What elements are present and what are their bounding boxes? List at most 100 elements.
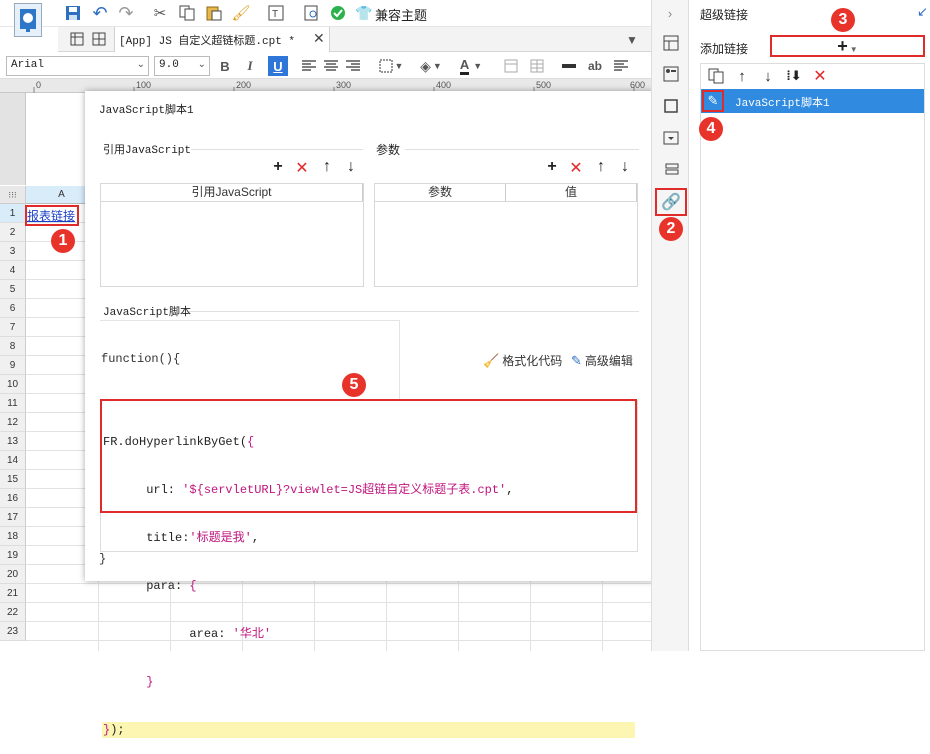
form-icon[interactable]	[90, 29, 108, 49]
align-left-icon[interactable]	[300, 56, 318, 76]
copy-icon[interactable]	[177, 3, 197, 23]
format-painter-icon[interactable]: 🖌	[231, 3, 251, 23]
row-header[interactable]: 6	[0, 299, 26, 318]
document-tab-bar: [App] JS 自定义超链标题.cpt * ✕ ▼	[58, 27, 651, 52]
row-header[interactable]: 11	[0, 394, 26, 413]
ref-js-table[interactable]: 引用JavaScript	[100, 183, 364, 287]
add-ref-js-button[interactable]: +	[269, 158, 287, 176]
fill-color-icon[interactable]: ◈ ▼	[416, 56, 446, 76]
close-tab-icon[interactable]: ✕	[313, 30, 325, 47]
copy-link-icon[interactable]	[706, 66, 726, 86]
row-header[interactable]: 14	[0, 451, 26, 470]
cell-attr-icon[interactable]	[661, 33, 681, 53]
move-down-ref-js-button[interactable]: ↓	[342, 158, 360, 176]
link-list-item[interactable]: ✎ JavaScript脚本1	[701, 89, 924, 113]
row-header[interactable]: 7	[0, 318, 26, 337]
redo-icon[interactable]: ↷	[116, 3, 136, 23]
row-header[interactable]: 3	[0, 242, 26, 261]
text-box-icon[interactable]: T	[266, 3, 286, 23]
javascript-code-editor[interactable]: FR.doHyperlinkByGet({ url: '${servletURL…	[100, 399, 637, 738]
row-header[interactable]: 5	[0, 280, 26, 299]
underline-button[interactable]: U	[268, 56, 288, 76]
code-line-active: });	[102, 722, 635, 738]
row-header[interactable]: 1	[0, 204, 26, 223]
undo-icon[interactable]: ↶	[90, 3, 110, 23]
font-color-icon[interactable]: A ▼	[455, 56, 487, 76]
params-table[interactable]: 参数 值	[374, 183, 638, 287]
add-param-button[interactable]: +	[543, 158, 561, 176]
row-header[interactable]: 18	[0, 527, 26, 546]
font-family-select[interactable]: Arial ⌄	[6, 56, 149, 76]
compat-theme-label[interactable]: 兼容主题	[375, 5, 427, 24]
advanced-edit-button[interactable]: ✎ 高级编辑	[571, 352, 633, 369]
merge-icon[interactable]	[502, 56, 520, 76]
expand-panel-icon[interactable]: ›	[662, 3, 678, 23]
cut-icon[interactable]: ✂	[150, 3, 170, 23]
row-header[interactable]: 8	[0, 337, 26, 356]
move-up-link-icon[interactable]: ↑	[732, 66, 752, 86]
check-icon[interactable]	[328, 3, 348, 23]
move-down-link-icon[interactable]: ↓	[758, 66, 778, 86]
border-icon[interactable]: ▼	[376, 56, 406, 76]
align-right-icon[interactable]	[344, 56, 362, 76]
move-up-param-button[interactable]: ↑	[592, 158, 610, 176]
row-header[interactable]: 12	[0, 413, 26, 432]
row-header[interactable]: 2	[0, 223, 26, 242]
link-list-box	[700, 63, 925, 651]
row-header[interactable]: 13	[0, 432, 26, 451]
row-header[interactable]: 22	[0, 603, 26, 622]
square-icon[interactable]	[661, 96, 681, 116]
hyperlink-panel: 超级链接 ↙ 添加链接 + ▼ 3 ↑ ↓ ⁞⬇ ✕ ✎ JavaScript脚本…	[689, 0, 930, 651]
row-header[interactable]: 15	[0, 470, 26, 489]
code-token: );	[110, 723, 125, 737]
condition-icon[interactable]	[661, 128, 681, 148]
theme-icon[interactable]: 👕	[355, 3, 373, 23]
edit-link-icon[interactable]: ✎	[702, 90, 724, 112]
code-token: area:	[103, 627, 233, 641]
line-icon[interactable]	[560, 56, 578, 76]
bold-button[interactable]: B	[216, 56, 234, 76]
row-header[interactable]: 19	[0, 546, 26, 565]
code-token: para:	[103, 579, 190, 593]
italic-button[interactable]: I	[241, 56, 259, 76]
save-icon[interactable]	[64, 3, 82, 23]
add-link-button[interactable]: + ▼	[770, 35, 925, 57]
unmerge-icon[interactable]	[528, 56, 546, 76]
wrap-text-button[interactable]: ab	[585, 56, 605, 76]
delete-param-button[interactable]: ✕	[567, 158, 585, 178]
collapse-icon[interactable]: ▼	[624, 30, 640, 50]
document-tab[interactable]: [App] JS 自定义超链标题.cpt * ✕	[114, 27, 330, 52]
align-center-icon[interactable]	[322, 56, 340, 76]
chevron-down-icon: ⌄	[197, 60, 206, 71]
row-header[interactable]: 17	[0, 508, 26, 527]
row-header[interactable]: 10	[0, 375, 26, 394]
preview-icon[interactable]	[302, 3, 322, 23]
chevron-down-icon: ⌄	[136, 60, 145, 71]
move-down-param-button[interactable]: ↓	[616, 158, 634, 176]
paste-icon[interactable]	[204, 3, 224, 23]
sort-icon[interactable]: ⁞⬇	[784, 66, 804, 86]
format-stack-icon[interactable]	[661, 160, 681, 180]
ref-js-table-header: 引用JavaScript	[101, 184, 363, 202]
row-header[interactable]: 23	[0, 622, 26, 641]
font-size-select[interactable]: 9.0 ⌄	[154, 56, 210, 76]
format-code-button[interactable]: 🧹 格式化代码	[483, 352, 562, 369]
collapse-arrow-icon[interactable]: ↙	[917, 4, 928, 20]
move-up-ref-js-button[interactable]: ↑	[318, 158, 336, 176]
row-header[interactable]: 20	[0, 565, 26, 584]
row-header[interactable]: 4	[0, 261, 26, 280]
delete-link-icon[interactable]: ✕	[810, 66, 830, 86]
divider	[191, 149, 363, 150]
corner-cell[interactable]: ⁝⁝⁝	[0, 186, 26, 204]
indent-icon[interactable]	[612, 56, 630, 76]
step-badge-1: 1	[51, 229, 75, 253]
app-logo-icon[interactable]	[14, 3, 42, 37]
row-header[interactable]: 9	[0, 356, 26, 375]
grid-icon[interactable]	[68, 29, 86, 49]
widget-icon[interactable]	[661, 64, 681, 84]
row-header[interactable]: 21	[0, 584, 26, 603]
hyperlink-tab[interactable]: 🔗	[655, 188, 687, 216]
delete-ref-js-button[interactable]: ✕	[293, 158, 311, 178]
row-header[interactable]: 16	[0, 489, 26, 508]
format-toolbar: Arial ⌄ 9.0 ⌄ B I U ▼ ◈ ▼ A ▼ ab	[0, 53, 651, 79]
